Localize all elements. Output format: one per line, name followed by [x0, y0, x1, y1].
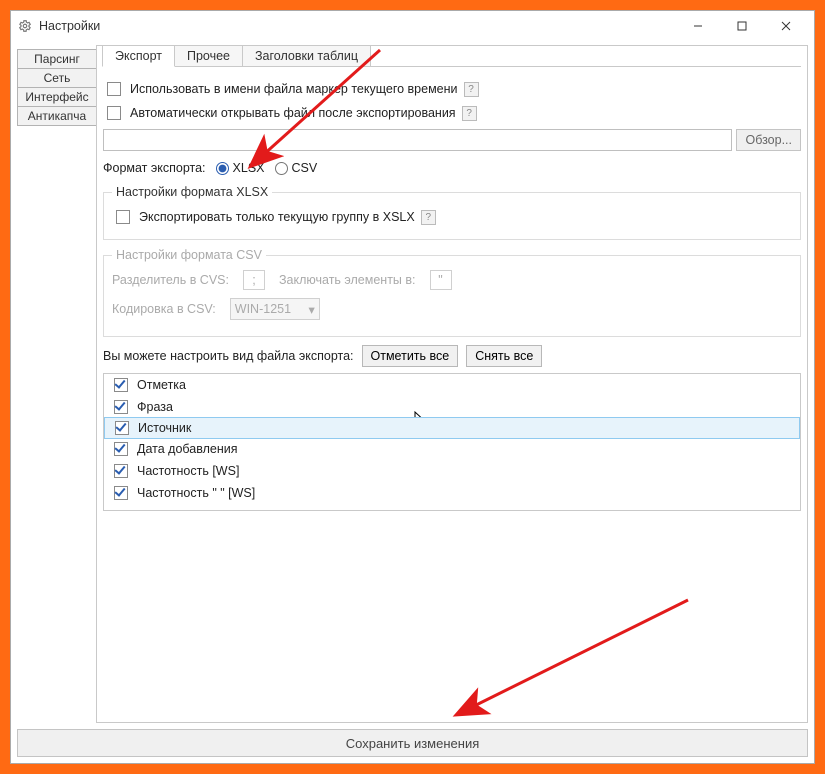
column-label: Отметка: [137, 378, 186, 392]
csv-sep-label: Разделитель в CVS:: [112, 273, 229, 287]
unmark-all-button[interactable]: Снять все: [466, 345, 542, 367]
column-label: Частотность [WS]: [137, 464, 239, 478]
column-label: Фраза: [137, 400, 173, 414]
top-tabs: Экспорт Прочее Заголовки таблиц: [102, 45, 801, 67]
csv-group: Настройки формата CSV Разделитель в CVS:…: [103, 248, 801, 337]
gear-icon: [17, 18, 33, 34]
xlsx-group: Настройки формата XLSX Экспортировать то…: [103, 185, 801, 240]
help-icon[interactable]: ?: [421, 210, 436, 225]
column-label: Дата добавления: [137, 442, 237, 456]
format-label: Формат экспорта:: [103, 161, 206, 175]
list-item[interactable]: Фраза: [104, 396, 800, 418]
csv-enc-label: Кодировка в CSV:: [112, 302, 216, 316]
column-checkbox[interactable]: [114, 400, 128, 414]
chevron-down-icon: ▾: [309, 302, 315, 317]
xlsx-only-current-checkbox[interactable]: [116, 210, 130, 224]
side-tab-anticaptcha[interactable]: Антикапча: [17, 106, 97, 126]
xlsx-only-current-label: Экспортировать только текущую группу в X…: [139, 210, 415, 224]
column-label: Частотность " " [WS]: [137, 486, 255, 500]
list-item[interactable]: Отметка: [104, 374, 800, 396]
use-time-marker-label: Использовать в имени файла маркер текуще…: [130, 82, 458, 96]
xlsx-group-title: Настройки формата XLSX: [112, 185, 272, 199]
column-checkbox[interactable]: [114, 378, 128, 392]
help-icon[interactable]: ?: [462, 106, 477, 121]
tab-other[interactable]: Прочее: [174, 45, 243, 67]
side-tabs: Парсинг Сеть Интерфейс Антикапча: [17, 45, 97, 723]
format-xlsx-radio[interactable]: XLSX: [216, 161, 265, 175]
side-tab-network[interactable]: Сеть: [17, 68, 97, 88]
settings-window: Настройки Парсинг Сеть Интерфейс Антикап…: [10, 10, 815, 764]
columns-hint: Вы можете настроить вид файла экспорта:: [103, 349, 354, 363]
use-time-marker-checkbox[interactable]: [107, 82, 121, 96]
save-button[interactable]: Сохранить изменения: [17, 729, 808, 757]
csv-group-title: Настройки формата CSV: [112, 248, 266, 262]
titlebar[interactable]: Настройки: [11, 11, 814, 41]
tab-table-headers[interactable]: Заголовки таблиц: [242, 45, 371, 67]
export-path-input[interactable]: [103, 129, 732, 151]
side-tab-interface[interactable]: Интерфейс: [17, 87, 97, 107]
export-pane: Использовать в имени файла маркер текуще…: [103, 66, 801, 511]
column-checkbox[interactable]: [114, 486, 128, 500]
minimize-button[interactable]: [676, 12, 720, 40]
help-icon[interactable]: ?: [464, 82, 479, 97]
csv-sep-input: [243, 270, 265, 290]
columns-listbox[interactable]: Отметка Фраза Источник Дата добавления Часто…: [103, 373, 801, 511]
list-item[interactable]: Частотность " " [WS]: [104, 482, 800, 504]
browse-button[interactable]: Обзор...: [736, 129, 801, 151]
format-csv-input[interactable]: [275, 162, 288, 175]
mark-all-button[interactable]: Отметить все: [362, 345, 459, 367]
csv-quote-input: [430, 270, 452, 290]
column-label: Источник: [138, 421, 191, 435]
csv-encoding-select: WIN-1251 ▾: [230, 298, 320, 320]
column-checkbox[interactable]: [114, 464, 128, 478]
auto-open-label: Автоматически открывать файл после экспо…: [130, 106, 456, 120]
csv-quote-label: Заключать элементы в:: [279, 273, 416, 287]
window-controls: [676, 12, 808, 40]
list-item[interactable]: Дата добавления: [104, 438, 800, 460]
column-checkbox[interactable]: [115, 421, 129, 435]
window-title: Настройки: [39, 19, 676, 33]
content-panel: Экспорт Прочее Заголовки таблиц Использо…: [96, 45, 808, 723]
close-button[interactable]: [764, 12, 808, 40]
list-item[interactable]: Источник: [104, 417, 800, 439]
format-xlsx-input[interactable]: [216, 162, 229, 175]
tab-export[interactable]: Экспорт: [102, 45, 175, 67]
auto-open-checkbox[interactable]: [107, 106, 121, 120]
maximize-button[interactable]: [720, 12, 764, 40]
format-csv-radio[interactable]: CSV: [275, 161, 318, 175]
side-tab-parsing[interactable]: Парсинг: [17, 49, 97, 69]
list-item[interactable]: Частотность [WS]: [104, 460, 800, 482]
column-checkbox[interactable]: [114, 442, 128, 456]
